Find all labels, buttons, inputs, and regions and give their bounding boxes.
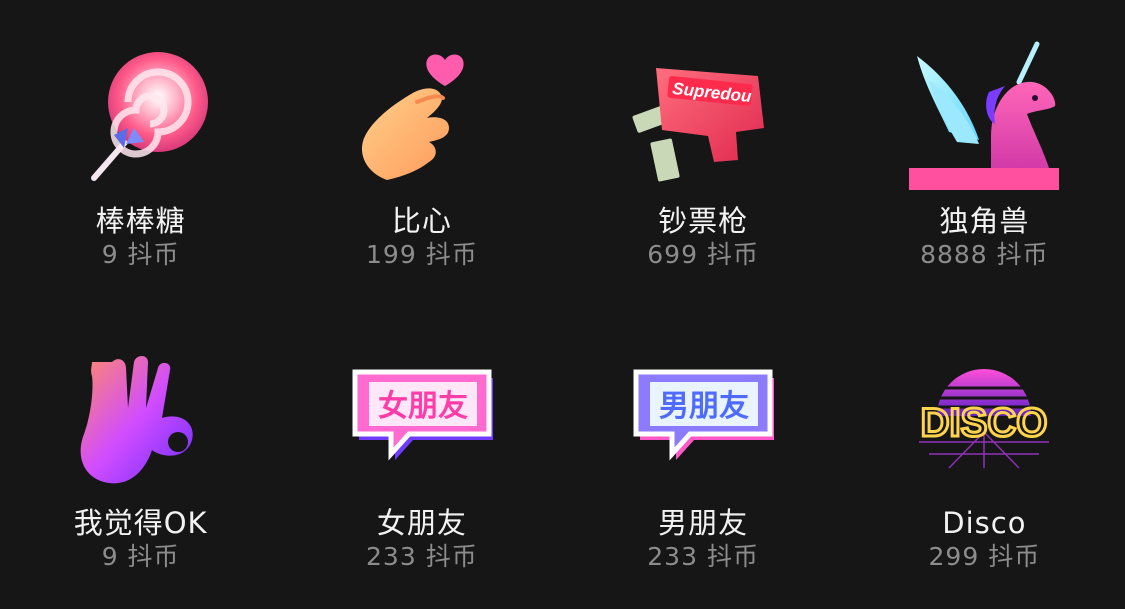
gift-name: 比心 xyxy=(391,204,452,238)
gift-name: 钞票枪 xyxy=(658,204,749,238)
finger-heart-icon xyxy=(347,40,497,190)
gift-price: 233 抖币 xyxy=(647,542,759,571)
gift-price: 199 抖币 xyxy=(366,240,478,269)
gift-name: 棒棒糖 xyxy=(95,204,186,238)
gift-price: 233 抖币 xyxy=(366,542,478,571)
gift-price: 9 抖币 xyxy=(101,240,180,269)
disco-sign-icon: DISCO xyxy=(909,342,1059,492)
gift-item-unicorn[interactable]: 独角兽 8888 抖币 xyxy=(844,0,1125,300)
gift-price: 8888 抖币 xyxy=(920,240,1049,269)
gift-item-girlfriend[interactable]: 女朋友 女朋友 233 抖币 xyxy=(281,300,562,609)
gift-item-boyfriend[interactable]: 男朋友 男朋友 233 抖币 xyxy=(563,300,844,609)
gift-item-finger-heart[interactable]: 比心 199 抖币 xyxy=(281,0,562,300)
gift-item-money-gun[interactable]: Supredou 钞票枪 699 抖币 xyxy=(563,0,844,300)
gift-name: 女朋友 xyxy=(376,506,467,540)
boyfriend-bubble-icon: 男朋友 xyxy=(628,342,778,492)
gift-price: 699 抖币 xyxy=(647,240,759,269)
gift-name: 独角兽 xyxy=(939,204,1030,238)
money-gun-icon: Supredou xyxy=(628,40,778,190)
unicorn-icon xyxy=(909,40,1060,190)
lollipop-icon xyxy=(66,40,216,190)
gift-name: 男朋友 xyxy=(658,506,749,540)
gift-price: 9 抖币 xyxy=(101,542,180,571)
girlfriend-bubble-icon: 女朋友 xyxy=(347,342,497,492)
gift-name: Disco xyxy=(942,506,1027,540)
boyfriend-bubble-label: 男朋友 xyxy=(659,389,749,424)
gift-item-ok-hand[interactable]: 我觉得OK 9 抖币 xyxy=(0,300,281,609)
gift-item-lollipop[interactable]: 棒棒糖 9 抖币 xyxy=(0,0,281,300)
disco-sign-label: DISCO xyxy=(921,401,1048,445)
gift-item-disco[interactable]: DISCO Disco 299 抖币 xyxy=(844,300,1125,609)
girlfriend-bubble-label: 女朋友 xyxy=(378,389,468,424)
gift-grid: 棒棒糖 9 抖币 比心 199 抖币 Supredou 钞票枪 699 抖币 独… xyxy=(0,0,1125,609)
ok-hand-icon xyxy=(66,342,216,492)
gift-name: 我觉得OK xyxy=(73,506,208,540)
gift-price: 299 抖币 xyxy=(928,542,1041,571)
